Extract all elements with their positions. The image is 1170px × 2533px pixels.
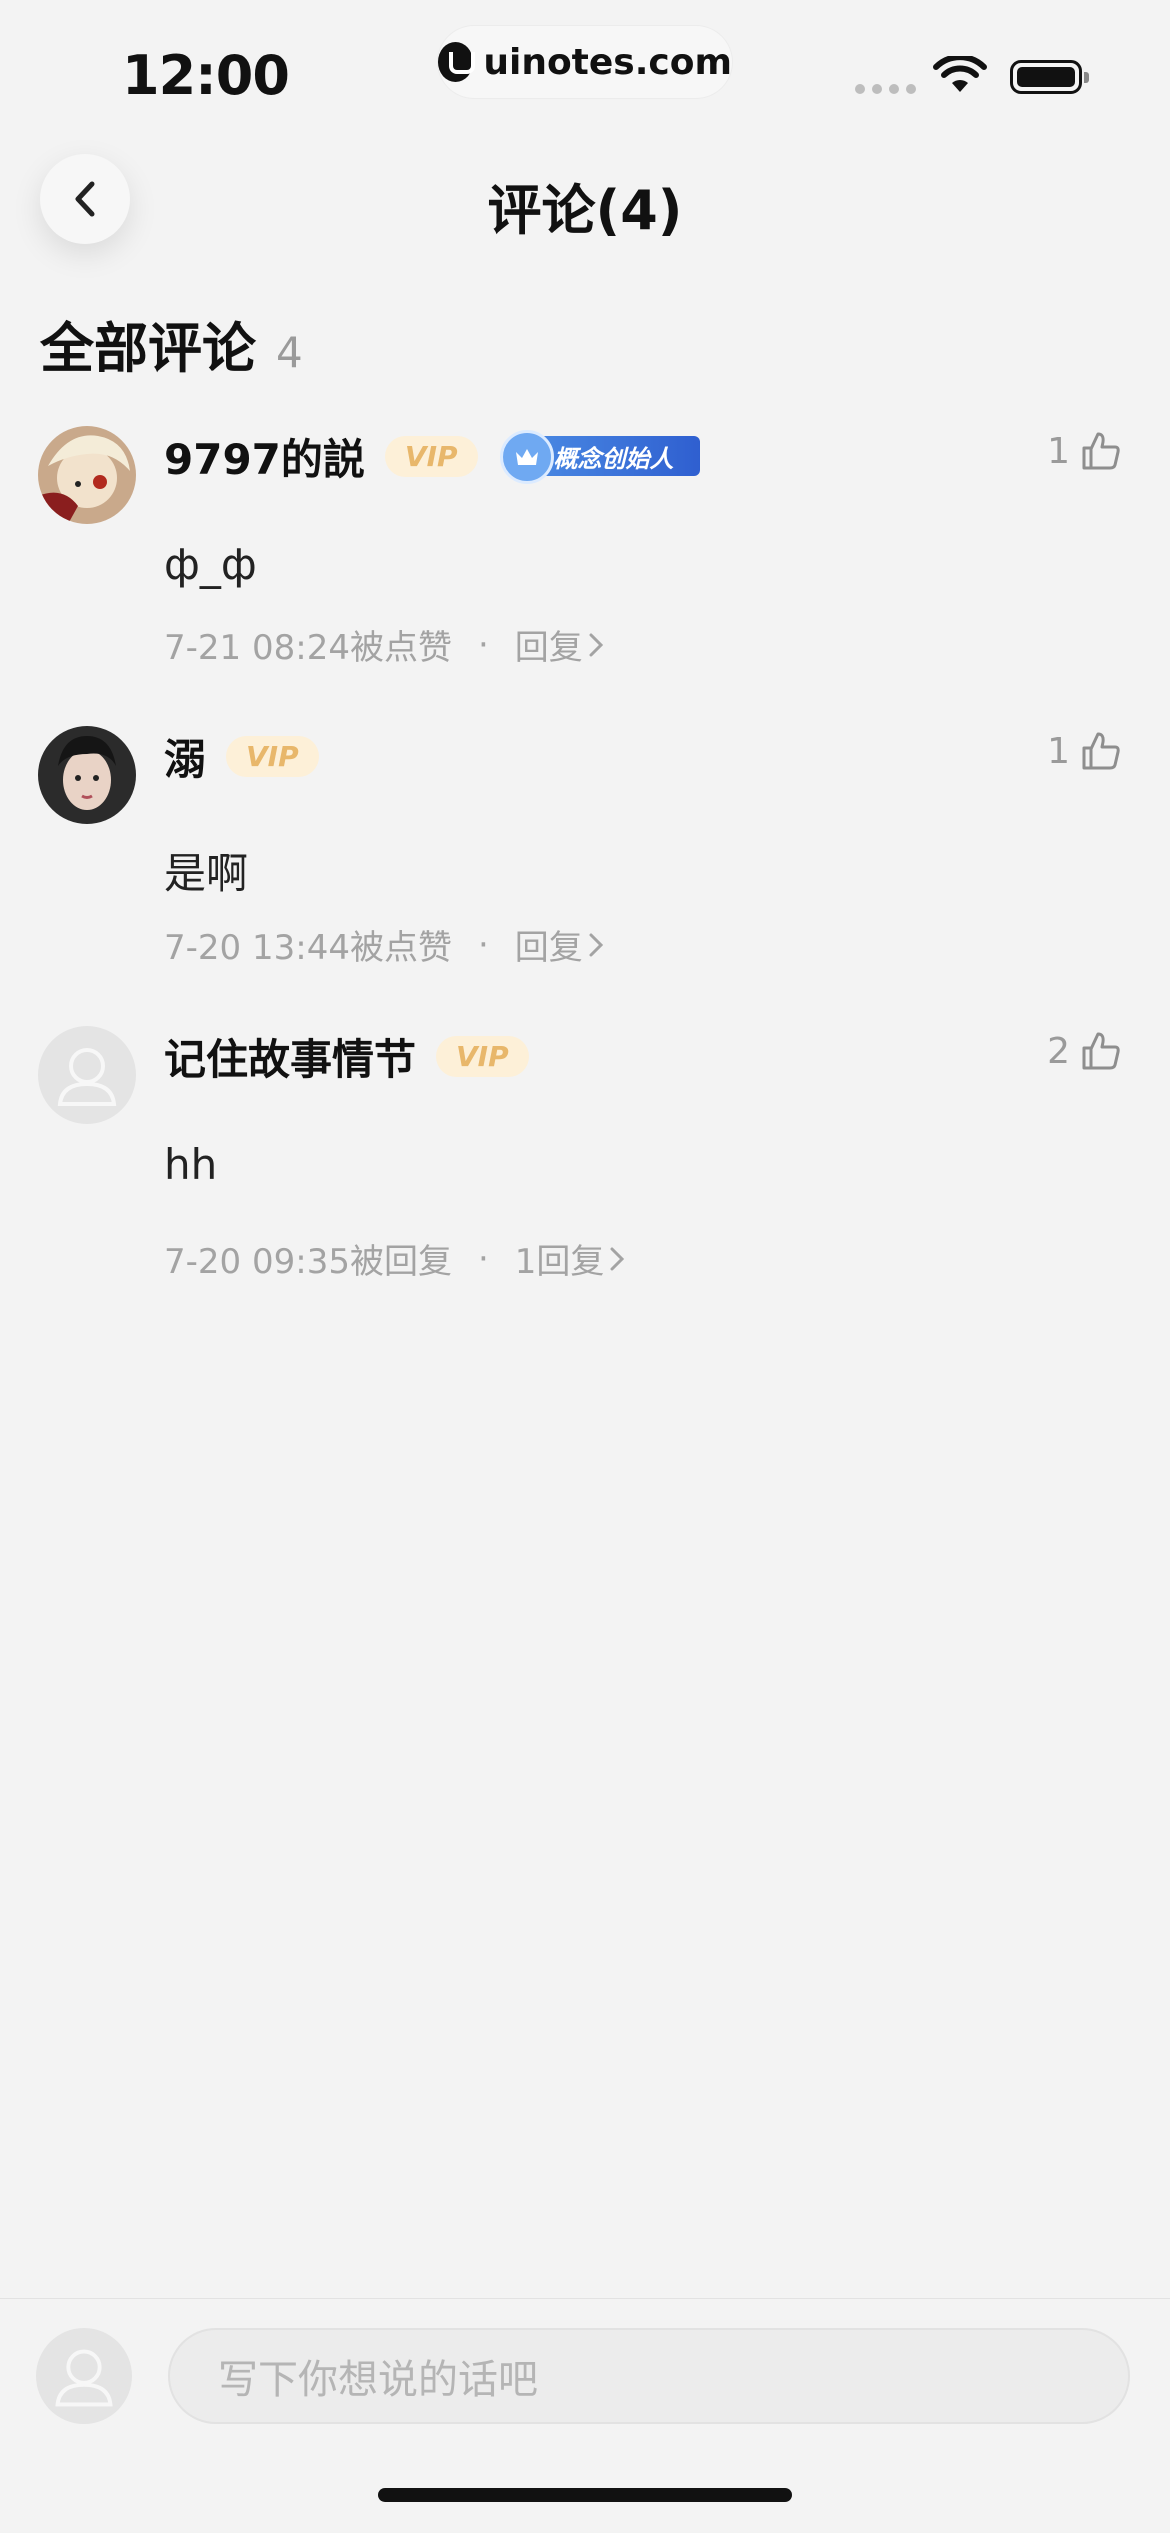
page-title: 评论(4): [487, 179, 683, 242]
chevron-right-icon: [589, 633, 603, 656]
comment-text: hh: [164, 1140, 218, 1189]
comment-meta: 7-21 08:24被点赞 · 回复: [164, 620, 605, 669]
like-count: 2: [1047, 1030, 1070, 1072]
comment-meta: 7-20 09:35被回复 · 1回复: [164, 1234, 626, 1283]
reply-label: 回复: [514, 928, 583, 968]
vip-badge: VIP: [226, 735, 319, 777]
comment-time: 7-20 13:44被点赞: [164, 928, 452, 968]
url-text: uinotes.com: [483, 41, 732, 83]
section-title: 全部评论: [40, 317, 256, 380]
separator-dot: ·: [477, 924, 489, 965]
comment-text: ф_ф: [164, 540, 257, 589]
username[interactable]: 溺: [164, 726, 206, 787]
comment-text: 是啊: [164, 849, 249, 898]
like-button[interactable]: 2: [1047, 1030, 1122, 1072]
cellular-signal-icon: [855, 84, 916, 94]
separator-dot: ·: [477, 624, 489, 665]
separator-dot: ·: [477, 1238, 489, 1279]
wifi-icon: [933, 56, 987, 92]
creator-badge-label: 概念创始人: [553, 444, 674, 473]
like-count: 1: [1047, 430, 1070, 472]
section-count: 4: [276, 328, 303, 377]
reply-button[interactable]: 回复: [515, 920, 605, 969]
comment-time: 7-20 09:35被回复: [164, 1242, 452, 1282]
username[interactable]: 记住故事情节: [164, 1026, 416, 1087]
home-indicator[interactable]: [378, 2488, 792, 2502]
comment-meta: 7-20 13:44被点赞 · 回复: [164, 920, 605, 969]
like-count: 1: [1047, 730, 1070, 772]
chevron-right-icon: [610, 1247, 625, 1270]
vip-badge: VIP: [384, 435, 478, 477]
creator-badge: 概念创始人: [499, 430, 700, 484]
site-logo-icon: [438, 42, 476, 82]
like-button[interactable]: 1: [1047, 430, 1122, 472]
status-time: 12:00: [122, 44, 290, 107]
comment-input[interactable]: 写下你想说的话吧: [168, 2328, 1130, 2424]
battery-icon: [1010, 60, 1089, 94]
thumbs-up-icon: [1082, 732, 1120, 770]
username[interactable]: 9797的説: [164, 426, 365, 487]
comment-header: 9797的説 VIP 概念创始人: [164, 426, 700, 486]
crown-icon: [499, 430, 554, 484]
reply-label: 回复: [514, 628, 583, 668]
comment-time: 7-21 08:24被点赞: [164, 628, 452, 668]
reply-button[interactable]: 回复: [515, 620, 605, 669]
thumbs-up-icon: [1082, 1032, 1120, 1070]
section-header: 全部评论 4: [40, 304, 303, 383]
reply-label: 1回复: [514, 1242, 605, 1282]
comment-header: 记住故事情节 VIP: [164, 1026, 529, 1086]
comment-header: 溺 VIP: [164, 726, 319, 786]
avatar[interactable]: [38, 1026, 136, 1124]
url-pill[interactable]: uinotes.com: [438, 26, 732, 98]
chevron-right-icon: [589, 933, 603, 956]
vip-badge: VIP: [436, 1035, 529, 1077]
thumbs-up-icon: [1082, 432, 1120, 470]
avatar[interactable]: [38, 726, 136, 824]
avatar[interactable]: [38, 426, 136, 524]
reply-button[interactable]: 1回复: [515, 1234, 627, 1283]
like-button[interactable]: 1: [1047, 730, 1122, 772]
my-avatar[interactable]: [36, 2328, 132, 2424]
